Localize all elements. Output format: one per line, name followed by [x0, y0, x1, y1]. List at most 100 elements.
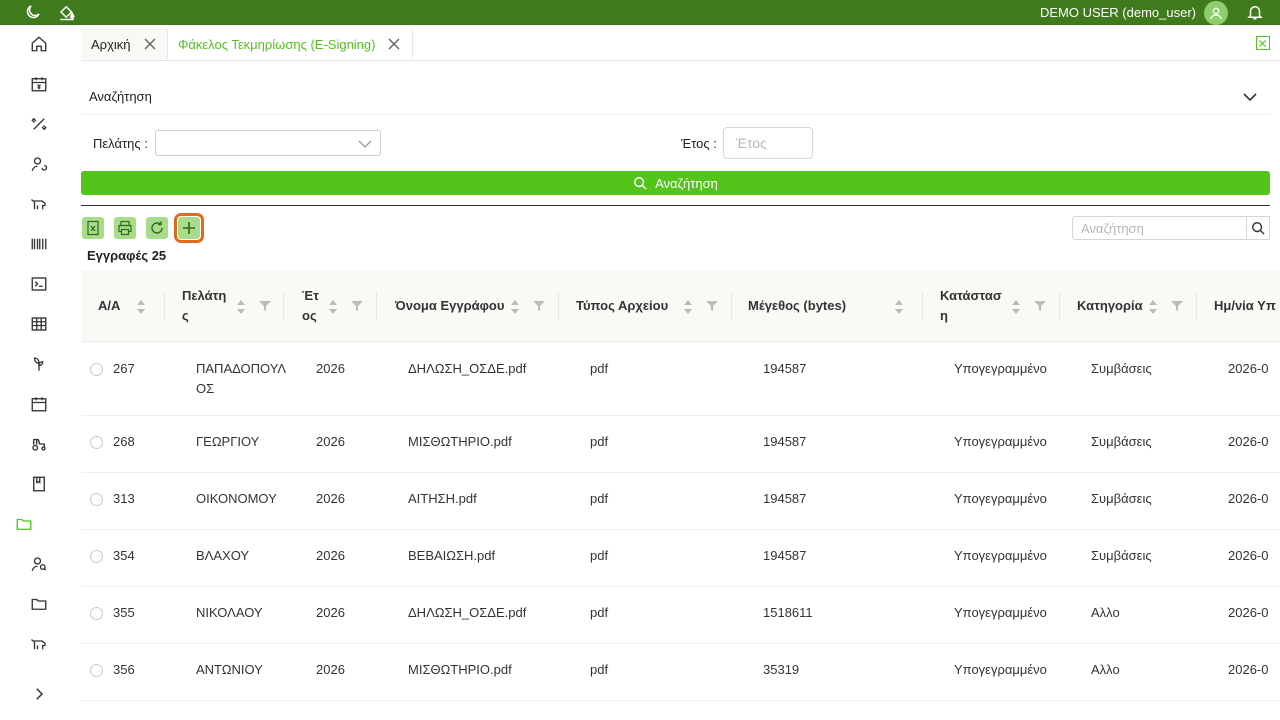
close-icon[interactable] [387, 37, 401, 51]
sort-icon[interactable] [893, 298, 905, 316]
tab-esigning[interactable]: Φάκελος Τεκμηρίωσης (E-Signing) [168, 29, 413, 59]
grid-search-input[interactable] [1072, 216, 1247, 240]
sort-icon[interactable] [509, 298, 521, 316]
sort-icon[interactable] [682, 298, 694, 316]
cell-date: 2026-0 [1228, 605, 1269, 620]
export-excel-button[interactable] [82, 217, 104, 239]
folder-icon[interactable] [30, 595, 48, 613]
cell-client: ΠΑΠΑΔΟΠΟΥΛ [196, 361, 287, 376]
refresh-button[interactable] [146, 217, 168, 239]
cell-size: 1518611 [763, 605, 813, 620]
sort-icon[interactable] [327, 298, 339, 316]
table-row[interactable]: 268 ΓΕΩΡΓΙΟΥ 2026 ΜΙΣΘΩΤΗΡΙΟ.pdf pdf 194… [81, 416, 1280, 473]
cell-client-wrap: ΟΣ [196, 381, 215, 396]
col-header-client[interactable]: Πελάτη ς [182, 270, 226, 342]
user-search-icon[interactable] [30, 555, 48, 573]
tab-home[interactable]: Αρχική [81, 29, 168, 59]
search-button[interactable]: Αναζήτηση [81, 171, 1270, 195]
cell-size: 194587 [763, 361, 807, 376]
filter-icon[interactable] [351, 300, 363, 312]
printer-icon [118, 220, 132, 236]
table-header: A/A Πελάτη ς Έτ ος Όνομα Εγγράφου Τύπος Αρ… [81, 270, 1280, 342]
column-divider [1059, 292, 1060, 320]
col-header-doc-name[interactable]: Όνομα Εγγράφου [395, 270, 504, 342]
filter-icon[interactable] [1034, 300, 1046, 312]
row-radio[interactable] [90, 493, 103, 506]
satellite-icon[interactable] [30, 115, 48, 133]
client-label: Πελάτης : [93, 136, 148, 151]
table-row[interactable]: 267 ΠΑΠΑΔΟΠΟΥΛ ΟΣ 2026 ΔΗΛΩΣΗ_ΟΣΔΕ.pdf p… [81, 343, 1280, 416]
tab-bar: Αρχική Φάκελος Τεκμηρίωσης (E-Signing) [81, 29, 1280, 61]
row-radio[interactable] [90, 550, 103, 563]
sort-icon[interactable] [1010, 298, 1022, 316]
row-radio[interactable] [90, 664, 103, 677]
search-panel-header[interactable]: Αναζήτηση [81, 79, 1270, 115]
sort-icon[interactable] [135, 298, 147, 316]
table-row[interactable]: 354 ΒΛΑΧΟΥ 2026 ΒΕΒΑΙΩΣΗ.pdf pdf 194587 … [81, 530, 1280, 587]
year-input[interactable] [723, 127, 813, 159]
chevron-down-icon[interactable] [1242, 89, 1258, 105]
cell-type: pdf [590, 434, 609, 449]
cell-doc: ΑΙΤΗΣΗ.pdf [408, 491, 477, 506]
bell-icon[interactable] [1246, 3, 1264, 21]
terminal-icon[interactable] [30, 275, 48, 293]
cell-aa: 313 [113, 491, 135, 506]
close-all-tabs-icon[interactable] [1256, 36, 1270, 50]
home-icon[interactable] [30, 35, 48, 53]
filter-icon[interactable] [706, 300, 718, 312]
cell-client: ΟΙΚΟΝΟΜΟΥ [196, 491, 277, 506]
calendar-icon[interactable] [30, 395, 48, 413]
column-divider [731, 292, 732, 320]
barcode-icon[interactable] [30, 235, 48, 253]
cell-aa: 355 [113, 605, 135, 620]
row-radio[interactable] [90, 607, 103, 620]
col-header-date[interactable]: Ημ/νία Υπ [1214, 270, 1276, 342]
calendar-yen-icon[interactable] [30, 75, 48, 93]
cell-date: 2026-0 [1228, 548, 1269, 563]
print-button[interactable] [114, 217, 136, 239]
col-label: Πελάτη [182, 288, 227, 303]
cell-client: ΑΝΤΩΝΙΟΥ [196, 662, 263, 677]
user-menu[interactable]: DEMO USER (demo_user) [1040, 0, 1228, 25]
plus-icon [183, 222, 195, 234]
sort-icon[interactable] [1147, 298, 1159, 316]
cell-type: pdf [590, 361, 609, 376]
book-icon[interactable] [30, 475, 48, 493]
tractor-icon[interactable] [30, 435, 48, 453]
cell-category: Συμβάσεις [1091, 361, 1152, 376]
filter-icon[interactable] [259, 300, 271, 312]
grid-search-button[interactable] [1246, 216, 1270, 240]
filter-icon[interactable] [1171, 300, 1183, 312]
close-icon[interactable] [143, 37, 157, 51]
col-header-year[interactable]: Έτ ος [302, 270, 319, 342]
folder-active-icon[interactable] [15, 515, 33, 533]
expand-sidebar-icon[interactable] [30, 685, 48, 703]
refresh-icon [151, 221, 163, 234]
user-icon[interactable] [1204, 0, 1228, 25]
user-refresh-icon[interactable] [30, 155, 48, 173]
row-radio[interactable] [90, 363, 103, 376]
col-label: A/A [98, 298, 121, 313]
plant-icon[interactable] [30, 355, 48, 373]
col-header-category[interactable]: Κατηγορία [1077, 270, 1143, 342]
table-icon[interactable] [30, 315, 48, 333]
table-row[interactable]: 355 ΝΙΚΟΛΑΟΥ 2026 ΔΗΛΩΣΗ_ΟΣΔΕ.pdf pdf 15… [81, 587, 1280, 644]
cow-icon[interactable] [30, 195, 48, 213]
col-label-wrap: ς [182, 308, 189, 323]
table-row[interactable]: 313 ΟΙΚΟΝΟΜΟΥ 2026 ΑΙΤΗΣΗ.pdf pdf 194587… [81, 473, 1280, 530]
col-header-size[interactable]: Μέγεθος (bytes) [748, 270, 846, 342]
row-radio[interactable] [90, 436, 103, 449]
moon-icon[interactable] [24, 3, 42, 21]
paint-bucket-icon[interactable] [58, 3, 76, 21]
top-bar: DEMO USER (demo_user) [0, 0, 1280, 25]
table-row[interactable]: 356 ΑΝΤΩΝΙΟΥ 2026 ΜΙΣΘΩΤΗΡΙΟ.pdf pdf 353… [81, 644, 1280, 701]
cow-2-icon[interactable] [30, 635, 48, 653]
col-header-aa[interactable]: A/A [98, 270, 120, 342]
add-button[interactable] [174, 213, 204, 243]
sort-icon[interactable] [235, 298, 247, 316]
filter-icon[interactable] [533, 300, 545, 312]
col-header-file-type[interactable]: Τύπος Αρχείου [576, 270, 668, 342]
col-header-status[interactable]: Κατάστασ η [940, 270, 1002, 342]
client-select[interactable] [155, 130, 381, 156]
cell-type: pdf [590, 662, 609, 677]
